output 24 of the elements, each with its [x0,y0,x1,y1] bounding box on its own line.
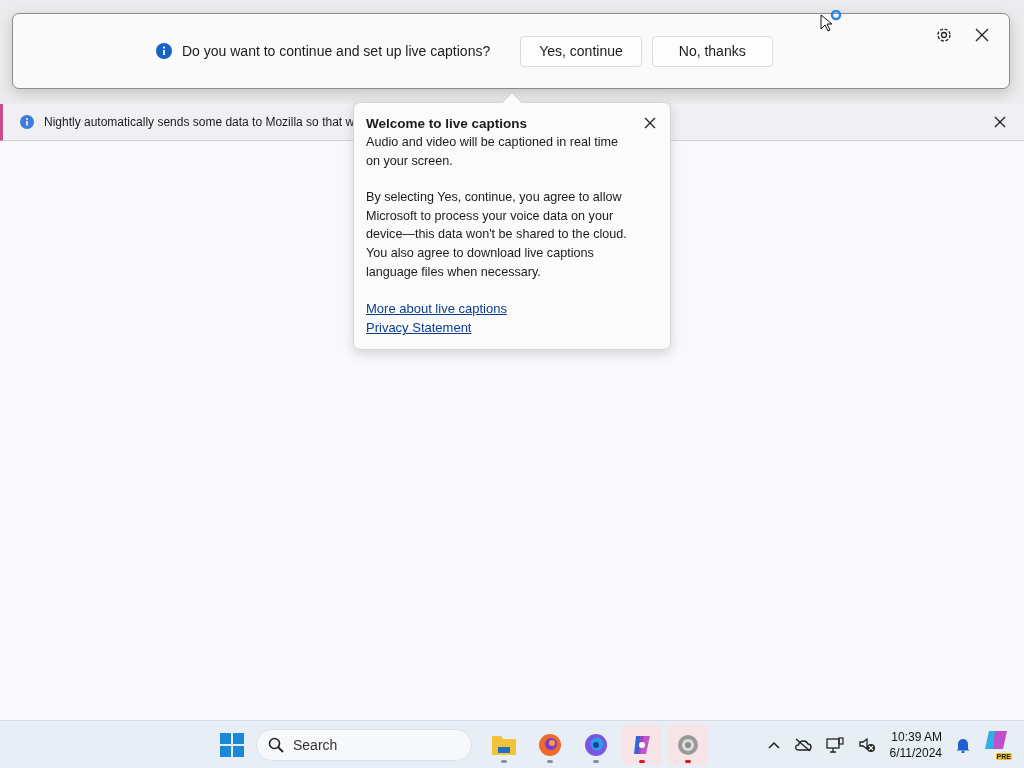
link[interactable]: More about live captions [366,299,507,319]
search-field[interactable]: Search [256,729,472,761]
prompt-button[interactable]: Yes, continue [520,35,642,67]
date-text: 6/11/2024 [889,745,942,761]
prompt-button[interactable]: No, thanks [651,35,773,67]
prompt-message: Do you want to continue and set up live captions? [182,43,491,59]
folder-icon [491,733,517,757]
search-icon [268,737,284,753]
clock[interactable]: 10:39 AM 6/11/2024 [887,729,944,761]
popup-title: Welcome to live captions [366,115,528,131]
popup-text: By selecting Yes, continue, you agree to allow Microsoft to process your voice data on your device—this data won't be shared to the cloud. You also agree to download live captions language files when necessary. [366,189,628,281]
popup-text: Audio and video will be captioned in real time on your screen. [366,134,620,170]
globe-icon [584,733,608,757]
display-icon[interactable] [823,735,846,755]
close-icon[interactable] [642,115,658,131]
link[interactable]: Privacy Statement [366,318,472,338]
time-text: 10:39 AM [891,729,942,745]
app-button[interactable] [622,725,662,765]
browser-icon [538,733,562,757]
close-button[interactable] [992,114,1008,130]
info-icon [20,115,34,129]
app-button[interactable] [668,725,708,765]
disc-icon [676,733,700,757]
info-icon [156,43,172,59]
